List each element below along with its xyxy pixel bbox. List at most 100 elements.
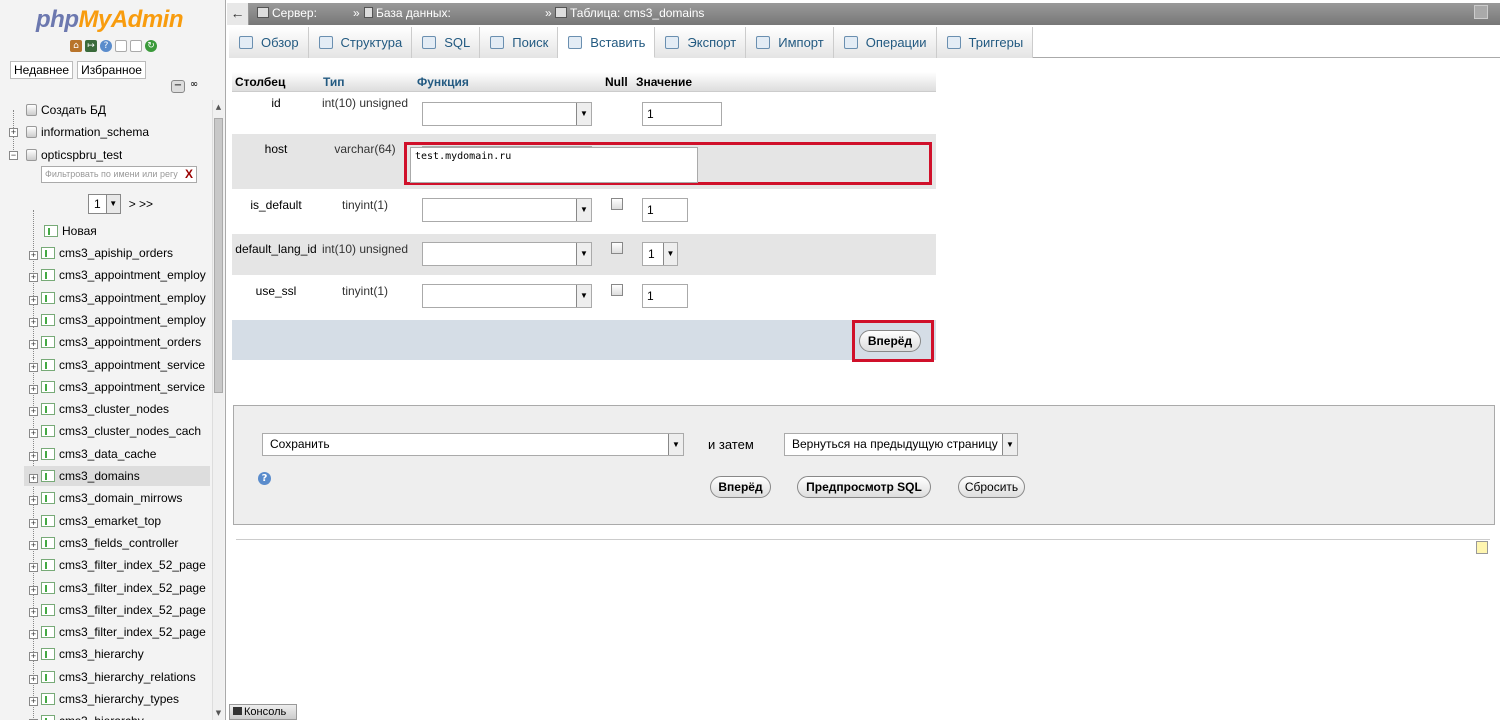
expand-icon[interactable]: + — [29, 541, 38, 550]
note-icon[interactable] — [1476, 541, 1488, 554]
breadcrumb-server[interactable]: Сервер: — [257, 6, 317, 20]
home-icon[interactable]: ⌂ — [70, 40, 82, 52]
console-toggle[interactable]: Консоль — [229, 704, 297, 720]
favorites-tab[interactable]: Избранное — [77, 61, 146, 79]
value-input[interactable]: 1 — [642, 102, 722, 126]
expand-icon[interactable]: + — [29, 675, 38, 684]
expand-icon[interactable]: + — [29, 340, 38, 349]
value-input[interactable]: 1 — [642, 198, 688, 222]
sidebar-table-item[interactable]: + cms3_emarket_top — [24, 511, 210, 531]
null-checkbox[interactable] — [611, 198, 623, 210]
tab-8[interactable]: Операции — [833, 27, 937, 58]
link-icon[interactable]: ∞ — [187, 80, 201, 93]
after-insert-select[interactable]: Вернуться на предыдущую страницу ▼ — [784, 433, 1018, 456]
clear-filter-icon[interactable]: X — [185, 167, 193, 182]
tab-7[interactable]: Импорт — [746, 27, 834, 58]
reset-button[interactable]: Сбросить — [958, 476, 1025, 498]
expand-icon[interactable]: + — [29, 363, 38, 372]
sidebar-table-item[interactable]: + cms3_hierarchy_types — [24, 689, 210, 709]
action-select[interactable]: Сохранить ▼ — [262, 433, 684, 456]
null-checkbox[interactable] — [611, 284, 623, 296]
function-select[interactable]: ▼ — [422, 284, 592, 308]
sidebar-scrollbar[interactable]: ▲ ▼ — [212, 100, 224, 720]
create-db-item[interactable]: Создать БД — [26, 100, 106, 120]
tab-2[interactable]: Структура — [308, 27, 413, 58]
function-select[interactable]: ▼ — [422, 242, 592, 266]
page-select[interactable]: 1 ▼ — [88, 194, 121, 214]
function-select[interactable]: ▼ — [422, 198, 592, 222]
sidebar-table-item[interactable]: + cms3_domain_mirrows — [24, 488, 210, 508]
sidebar-table-item[interactable]: + cms3_fields_controller — [24, 533, 210, 553]
sidebar-table-item[interactable]: + cms3_appointment_service — [24, 377, 210, 397]
header-type[interactable]: Тип — [323, 75, 345, 89]
scroll-thumb[interactable] — [214, 118, 223, 393]
go-button-bottom[interactable]: Вперёд — [710, 476, 771, 498]
collapse-all-icon[interactable]: − — [171, 80, 185, 93]
expand-icon[interactable]: + — [29, 407, 38, 416]
tab-3[interactable]: SQL — [412, 27, 481, 58]
expand-icon[interactable]: + — [9, 128, 18, 137]
tab-5[interactable]: Вставить — [558, 27, 656, 58]
db-item-opticspbru-test[interactable]: opticspbru_test — [26, 145, 122, 165]
host-value-textarea[interactable]: test.mydomain.ru — [410, 147, 698, 183]
header-function[interactable]: Функция — [417, 75, 469, 89]
collapse-icon[interactable]: − — [9, 151, 18, 160]
expand-icon[interactable]: + — [29, 474, 38, 483]
value-input[interactable]: 1 — [642, 284, 688, 308]
sidebar-table-item[interactable]: + cms3_hierarchy_relations — [24, 667, 210, 687]
db-item-information-schema[interactable]: information_schema — [26, 122, 149, 142]
expand-icon[interactable]: + — [29, 652, 38, 661]
breadcrumb-database[interactable]: База данных: — [364, 6, 451, 20]
collapse-sidebar-button[interactable]: ← — [227, 3, 249, 25]
breadcrumb-table[interactable]: Таблица: cms3_domains — [555, 6, 704, 20]
expand-icon[interactable]: + — [29, 519, 38, 528]
help-icon[interactable]: ? — [100, 40, 112, 52]
expand-icon[interactable]: + — [29, 697, 38, 706]
value-select[interactable]: 1 ▼ — [642, 242, 678, 266]
page-next-link[interactable]: > >> — [129, 197, 153, 211]
sidebar-table-item[interactable]: + cms3_appointment_employ — [24, 288, 210, 308]
expand-icon[interactable]: + — [29, 452, 38, 461]
go-button[interactable]: Вперёд — [859, 330, 921, 352]
preview-sql-button[interactable]: Предпросмотр SQL — [797, 476, 931, 498]
settings-icon[interactable] — [130, 40, 142, 52]
docs-icon[interactable] — [115, 40, 127, 52]
logout-icon[interactable]: ↦ — [85, 40, 97, 52]
sidebar-table-item[interactable]: + cms3_appointment_employ — [24, 265, 210, 285]
expand-icon[interactable]: + — [29, 251, 38, 260]
sidebar-table-item[interactable]: + cms3_filter_index_52_page — [24, 622, 210, 642]
sidebar-table-item[interactable]: + cms3_filter_index_52_page — [24, 600, 210, 620]
table-filter-input[interactable]: Фильтровать по имени или регу X — [41, 166, 197, 183]
new-table-item[interactable]: Новая — [44, 221, 97, 241]
phpmyadmin-logo[interactable]: phpMyAdmin — [36, 6, 183, 34]
expand-icon[interactable]: + — [29, 496, 38, 505]
sidebar-table-item[interactable]: + cms3_apiship_orders — [24, 243, 210, 263]
sidebar-table-item[interactable]: + cms3_cluster_nodes_cach — [24, 421, 210, 441]
sidebar-table-item[interactable]: +cms3_hierarchy — [24, 644, 210, 664]
function-select[interactable]: ▼ — [422, 102, 592, 126]
null-checkbox[interactable] — [611, 242, 623, 254]
expand-icon[interactable]: + — [29, 630, 38, 639]
tab-1[interactable]: Обзор — [229, 27, 309, 58]
sidebar-table-item[interactable]: + cms3_appointment_employ — [24, 310, 210, 330]
sidebar-table-item[interactable]: + cms3_filter_index_52_page — [24, 578, 210, 598]
scroll-down-icon[interactable]: ▼ — [213, 706, 224, 720]
settings-toggle-icon[interactable] — [1474, 5, 1488, 19]
expand-icon[interactable]: + — [29, 318, 38, 327]
sidebar-table-item[interactable]: + cms3_filter_index_52_page — [24, 555, 210, 575]
sidebar-table-item[interactable]: +cms3_hierarchy — [24, 711, 210, 720]
sidebar-table-item[interactable]: + cms3_appointment_service — [24, 355, 210, 375]
help-icon[interactable]: ? — [258, 472, 271, 485]
expand-icon[interactable]: + — [29, 429, 38, 438]
tab-6[interactable]: Экспорт — [655, 27, 747, 58]
expand-icon[interactable]: + — [29, 608, 38, 617]
tab-4[interactable]: Поиск — [480, 27, 559, 58]
reload-icon[interactable]: ↻ — [145, 40, 157, 52]
sidebar-table-item[interactable]: + cms3_domains — [24, 466, 210, 486]
expand-icon[interactable]: + — [29, 296, 38, 305]
recent-tab[interactable]: Недавнее — [10, 61, 74, 79]
sidebar-table-item[interactable]: + cms3_data_cache — [24, 444, 210, 464]
expand-icon[interactable]: + — [29, 586, 38, 595]
sidebar-table-item[interactable]: + cms3_appointment_orders — [24, 332, 210, 352]
scroll-up-icon[interactable]: ▲ — [213, 100, 224, 114]
